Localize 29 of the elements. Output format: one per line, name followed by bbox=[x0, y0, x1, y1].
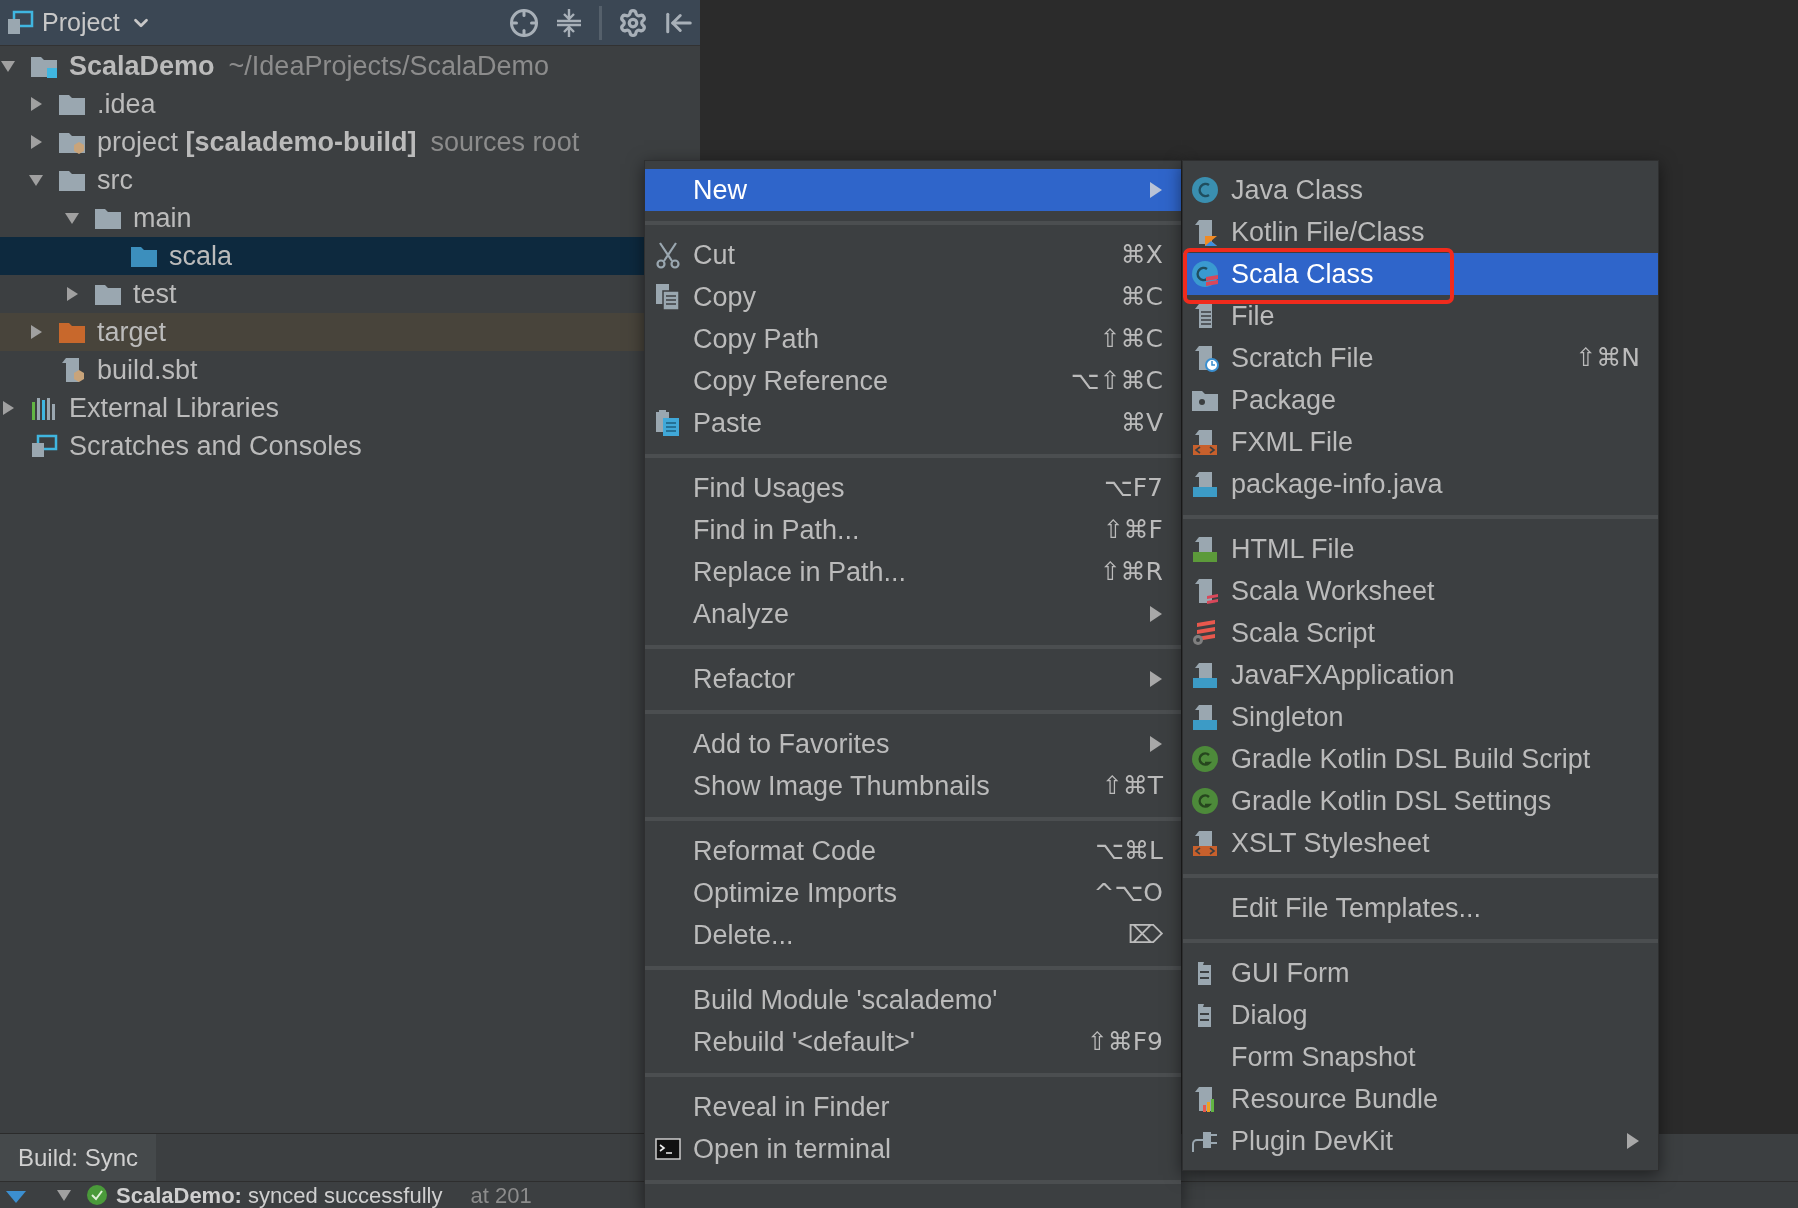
tree-item-label: project [scalademo-build] bbox=[97, 125, 417, 159]
shortcut-label: ⇧⌘C bbox=[1099, 323, 1163, 356]
tree-item-label: Scratches and Consoles bbox=[69, 429, 362, 463]
tree-item-label: build.sbt bbox=[97, 353, 198, 387]
shortcut-label: ⇧⌘F bbox=[1102, 514, 1163, 547]
shortcut-label: ⌥⌘L bbox=[1095, 835, 1163, 868]
shortcut-label: ⌘C bbox=[1120, 281, 1163, 314]
shortcut-label: ⌘X bbox=[1120, 239, 1163, 272]
shortcut-label: ⇧⌘T bbox=[1101, 770, 1163, 803]
tree-item-label: src bbox=[97, 163, 133, 197]
path-hint: sources root bbox=[430, 125, 580, 159]
shortcut-label: ⇧⌘N bbox=[1575, 342, 1640, 375]
shortcut-label: ⌥⇧⌘C bbox=[1070, 365, 1163, 398]
tree-item-label: main bbox=[133, 201, 192, 235]
shortcut-label: ⇧⌘R bbox=[1099, 556, 1163, 589]
tree-item-label: ScalaDemo bbox=[69, 49, 215, 83]
shortcut-label: ⇧⌘F9 bbox=[1086, 1026, 1163, 1059]
tree-item-label: .idea bbox=[97, 87, 156, 121]
shortcut-label: ⌦ bbox=[1127, 919, 1163, 952]
sync-message: ScalaDemo: synced successfully bbox=[116, 1182, 443, 1208]
shortcut-label: ⌥F7 bbox=[1103, 472, 1163, 505]
tree-item-label: External Libraries bbox=[69, 391, 280, 425]
tree-item-label: scala bbox=[169, 239, 233, 273]
tree-item-label: test bbox=[133, 277, 177, 311]
tree-item-label: target bbox=[97, 315, 167, 349]
path-hint: ~/IdeaProjects/ScalaDemo bbox=[228, 49, 549, 83]
shortcut-label: ⌘V bbox=[1120, 407, 1163, 440]
sync-time: at 201 bbox=[470, 1182, 532, 1208]
shortcut-label: ^⌥O bbox=[1093, 877, 1163, 910]
